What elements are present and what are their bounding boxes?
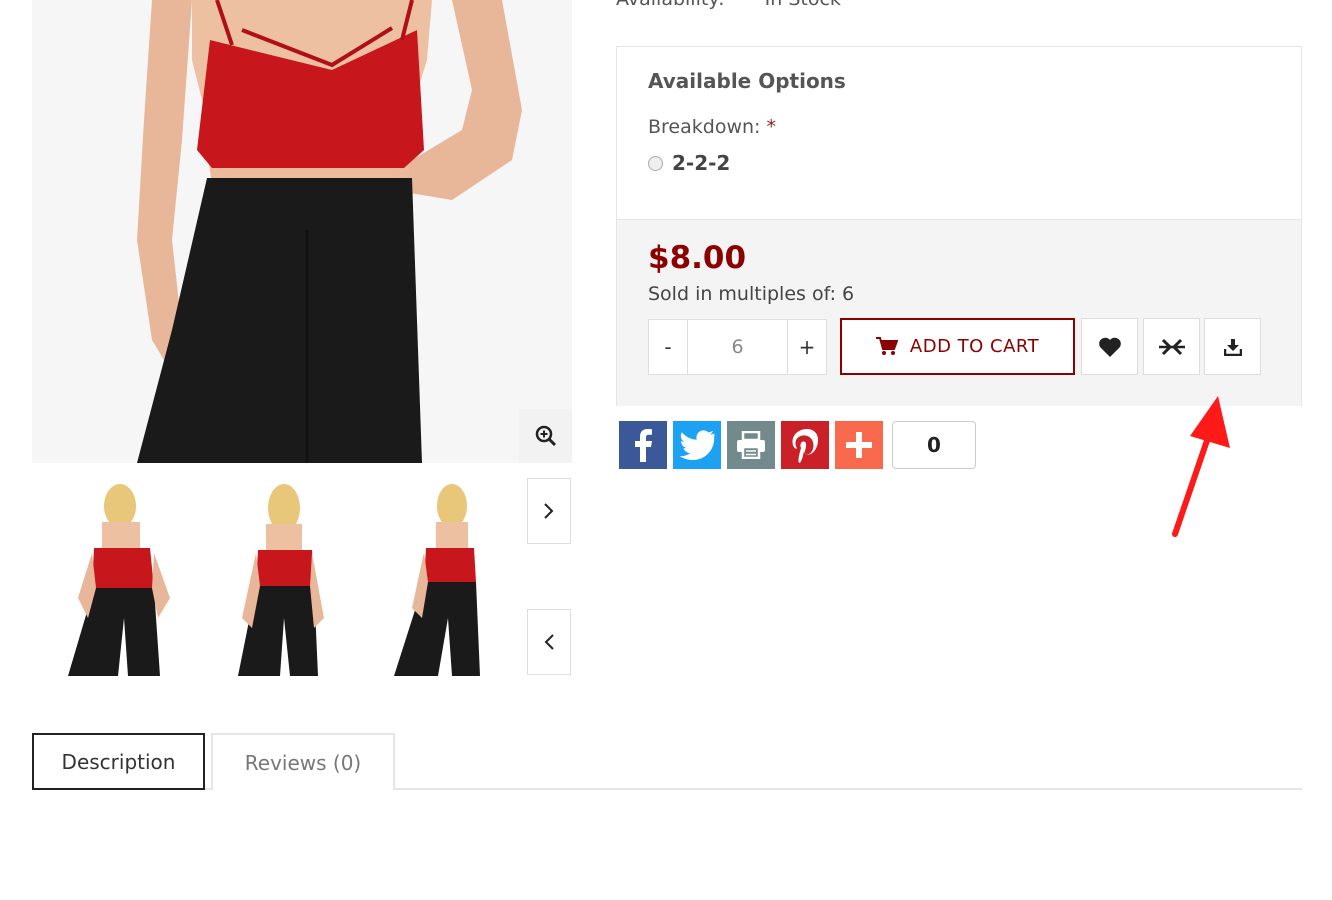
price: $8.00 (648, 240, 747, 276)
product-options-panel: Available Options Breakdown: * 2-2-2 $8.0… (616, 46, 1302, 406)
required-marker: * (766, 116, 776, 138)
breakdown-label: Breakdown: * (648, 116, 776, 138)
plus-icon (846, 432, 872, 458)
price-area: $8.00 Sold in multiples of: 6 - 6 + ADD … (617, 219, 1301, 406)
share-print-button[interactable] (727, 421, 775, 469)
quantity-stepper: - 6 + (648, 319, 827, 375)
share-twitter-button[interactable] (673, 421, 721, 469)
tab-description[interactable]: Description (32, 733, 205, 790)
model-photo (32, 0, 572, 463)
print-icon (737, 431, 765, 459)
add-to-cart-label: ADD TO CART (909, 336, 1040, 357)
breakdown-radio[interactable] (648, 155, 663, 171)
compare-icon (1158, 338, 1185, 355)
breakdown-option-label[interactable]: 2-2-2 (672, 151, 730, 175)
pinterest-icon (792, 429, 819, 463)
multiples-note: Sold in multiples of: 6 (648, 283, 855, 305)
share-count: 0 (892, 421, 976, 469)
share-pinterest-button[interactable] (781, 421, 829, 469)
breakdown-label-text: Breakdown: (648, 116, 761, 138)
wishlist-button[interactable] (1081, 318, 1138, 375)
annotation-arrow (1172, 396, 1230, 537)
availability-value: In Stock (765, 0, 841, 10)
chevron-left-icon (544, 634, 554, 650)
share-facebook-button[interactable] (619, 421, 667, 469)
thumbnail-photo (382, 478, 510, 676)
quantity-input[interactable]: 6 (687, 320, 788, 374)
facebook-icon (635, 429, 652, 462)
heart-icon (1098, 337, 1121, 357)
quantity-minus-button[interactable]: - (649, 320, 687, 374)
tab-reviews[interactable]: Reviews (0) (211, 733, 395, 790)
breakdown-option[interactable]: 2-2-2 (648, 151, 730, 175)
thumbnail-photo (58, 478, 186, 676)
chevron-right-icon (544, 503, 554, 519)
availability-label: Availability: (616, 0, 725, 10)
share-more-button[interactable] (835, 421, 883, 469)
thumbnail-2[interactable] (218, 478, 346, 676)
thumbnail-3[interactable] (382, 478, 510, 676)
availability: Availability: In Stock (616, 0, 841, 10)
compare-button[interactable] (1143, 318, 1200, 375)
thumbnail-next-button[interactable] (527, 478, 571, 544)
zoom-button[interactable] (519, 409, 572, 463)
download-button[interactable] (1204, 318, 1261, 375)
download-icon (1223, 338, 1242, 356)
zoom-in-icon (535, 425, 556, 447)
twitter-icon (679, 430, 715, 460)
quantity-plus-button[interactable]: + (788, 320, 826, 374)
cart-icon (875, 337, 898, 355)
main-product-image[interactable] (32, 0, 572, 463)
options-title: Available Options (648, 69, 846, 93)
thumbnail-1[interactable] (58, 478, 186, 676)
thumbnail-photo (218, 478, 346, 676)
thumbnail-prev-button[interactable] (527, 609, 571, 675)
add-to-cart-button[interactable]: ADD TO CART (840, 318, 1075, 375)
